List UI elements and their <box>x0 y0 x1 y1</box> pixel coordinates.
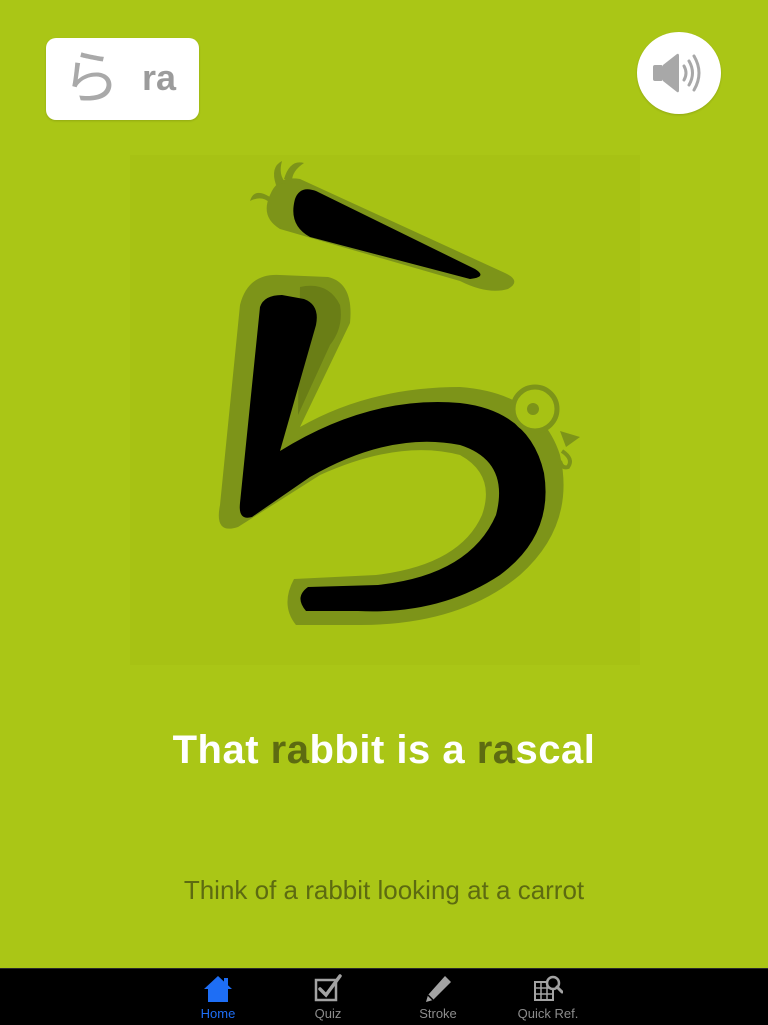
mnemonic-highlight: ra <box>270 728 310 772</box>
tab-quick-ref[interactable]: Quick Ref. <box>493 969 603 1025</box>
mnemonic-highlight: ra <box>476 728 516 772</box>
tab-home[interactable]: Home <box>163 969 273 1025</box>
tab-label: Quick Ref. <box>517 1006 579 1021</box>
tab-bar: Home Quiz Stroke Quick Ref. <box>0 968 768 1025</box>
mnemonic-hint: Think of a rabbit looking at a carrot <box>183 875 585 905</box>
home-icon <box>204 976 232 1002</box>
mnemonic-text: That <box>172 728 271 772</box>
romaji-label: ra <box>142 57 177 98</box>
grid-search-icon <box>534 975 563 1001</box>
mnemonic-text: bbit is a <box>309 728 477 772</box>
tab-label: Quiz <box>314 1006 342 1021</box>
speaker-icon <box>653 53 701 93</box>
tab-label: Home <box>200 1006 236 1021</box>
character-card: ら ra <box>46 38 199 120</box>
mnemonic-sentence: That rabbit is a rascal <box>0 728 768 773</box>
play-sound-button[interactable] <box>637 32 721 114</box>
tab-stroke[interactable]: Stroke <box>383 969 493 1025</box>
tab-label: Stroke <box>419 1006 457 1021</box>
kana-character: ら <box>62 44 121 112</box>
tab-quiz[interactable]: Quiz <box>273 969 383 1025</box>
mnemonic-text: scal <box>515 728 596 772</box>
pencil-icon <box>426 976 451 1002</box>
kana-mnemonic-illustration <box>130 155 640 665</box>
checkbox-icon <box>314 974 342 1002</box>
